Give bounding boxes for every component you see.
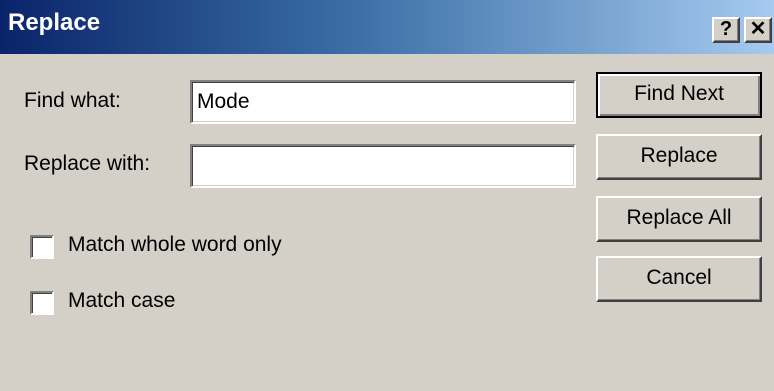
find-next-button[interactable]: Find Next xyxy=(596,72,762,118)
question-mark-icon: ? xyxy=(719,18,733,40)
match-case-label: Match case xyxy=(68,289,176,312)
match-whole-word-label: Match whole word only xyxy=(68,233,282,256)
match-case-checkbox[interactable] xyxy=(30,291,54,315)
cancel-button[interactable]: Cancel xyxy=(596,256,762,302)
help-button[interactable]: ? xyxy=(712,17,740,43)
find-what-input[interactable] xyxy=(190,80,576,124)
replace-all-button[interactable]: Replace All xyxy=(596,196,762,242)
close-icon: ✕ xyxy=(749,18,767,40)
title-bar[interactable]: Replace ? ✕ xyxy=(0,0,774,54)
match-whole-word-checkbox[interactable] xyxy=(30,235,54,259)
replace-with-input[interactable] xyxy=(190,144,576,188)
find-what-label: Find what: xyxy=(24,89,121,112)
replace-button[interactable]: Replace xyxy=(596,134,762,180)
replace-with-label: Replace with: xyxy=(24,152,151,175)
replace-dialog: Replace ? ✕ Find what: Replace with: Mat… xyxy=(0,0,774,391)
close-button[interactable]: ✕ xyxy=(744,17,772,43)
window-title: Replace xyxy=(8,9,101,36)
